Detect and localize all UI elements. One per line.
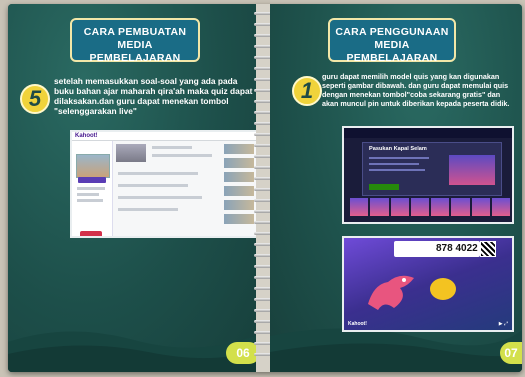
question-list: [224, 144, 254, 232]
text-line: [118, 184, 188, 187]
game-mode-tile: [350, 198, 369, 216]
text-line: [77, 193, 99, 196]
text-line: [369, 163, 419, 165]
text-line: [152, 154, 212, 157]
left-page-title: CARA PEMBUATAN MEDIA PEMBELAJARAN: [70, 18, 200, 64]
fish-character: [430, 278, 456, 300]
right-page-number: 07: [500, 342, 522, 364]
host-live-button: [80, 231, 102, 236]
game-mode-tile: [390, 198, 409, 216]
text-line: [77, 199, 103, 202]
right-title-line1: CARA PENGGUNAAN: [335, 26, 449, 38]
left-page: CARA PEMBUATAN MEDIA PEMBELAJARAN 5 sete…: [8, 4, 260, 372]
text-line: [152, 146, 192, 149]
open-book: CARA PEMBUATAN MEDIA PEMBELAJARAN 5 sete…: [8, 4, 522, 372]
kahoot-game-select-screenshot: Pasukan Kapal Selam: [342, 126, 514, 224]
text-line: [369, 169, 425, 171]
playback-controls-icon: ▶ ⤢: [498, 321, 508, 327]
content-image: [116, 144, 146, 162]
screenshot-header: [344, 128, 512, 138]
question-thumbnail: [224, 200, 254, 210]
game-mode-tile: [410, 198, 429, 216]
step-description: guru dapat memilih model quis yang kan d…: [322, 72, 510, 108]
screenshot-topbar: Kahoot!: [72, 132, 256, 141]
text-line: [118, 208, 178, 211]
step-description: setelah memasukkan soal-soal yang ada pa…: [54, 76, 253, 116]
step-number-badge: 1: [292, 76, 322, 106]
quiz-label-pill: [78, 177, 106, 183]
game-mode-tile: [491, 198, 510, 216]
question-thumbnail: [224, 214, 254, 224]
qr-code-icon: [480, 241, 496, 257]
screenshot-brand: Kahoot!: [348, 321, 367, 327]
left-title-line1: CARA PEMBUATAN: [83, 26, 187, 38]
kahoot-pin-screenshot: 878 4022 Kahoot! ▶ ⤢: [342, 236, 514, 332]
question-thumbnail: [224, 144, 254, 154]
kahoot-editor-screenshot: Kahoot!: [70, 130, 258, 238]
question-thumbnail: [224, 186, 254, 196]
right-page: CARA PENGGUNAAN MEDIA PEMBELAJARAN 1 gur…: [270, 4, 522, 372]
right-title-line2: MEDIA PEMBELAJARAN: [346, 39, 438, 64]
text-line: [369, 157, 429, 159]
text-line: [118, 196, 202, 199]
game-preview-image: [449, 155, 495, 185]
game-title: Pasukan Kapal Selam: [369, 146, 427, 152]
game-pin-box: 878 4022: [394, 241, 496, 257]
left-title-line2: MEDIA PEMBELAJARAN: [89, 39, 181, 64]
game-mode-tile: [471, 198, 490, 216]
game-mode-tile: [451, 198, 470, 216]
screenshot-brand: Kahoot!: [75, 133, 98, 139]
game-mode-tile: [370, 198, 389, 216]
text-line: [118, 172, 198, 175]
screenshot-sidebar: [72, 141, 113, 236]
game-mode-strip: [350, 198, 510, 216]
question-thumbnail: [224, 158, 254, 168]
wave-decoration: [8, 331, 260, 372]
game-detail-panel: Pasukan Kapal Selam: [362, 142, 502, 196]
right-page-title: CARA PENGGUNAAN MEDIA PEMBELAJARAN: [328, 18, 456, 64]
try-free-button: [369, 184, 399, 190]
text-line: [77, 187, 105, 190]
game-mode-tile: [431, 198, 450, 216]
quiz-thumbnail: [76, 154, 110, 178]
dragon-illustration: [368, 275, 414, 310]
step-number-badge: 5: [20, 84, 50, 114]
question-thumbnail: [224, 172, 254, 182]
game-pin: 878 4022: [436, 243, 478, 254]
